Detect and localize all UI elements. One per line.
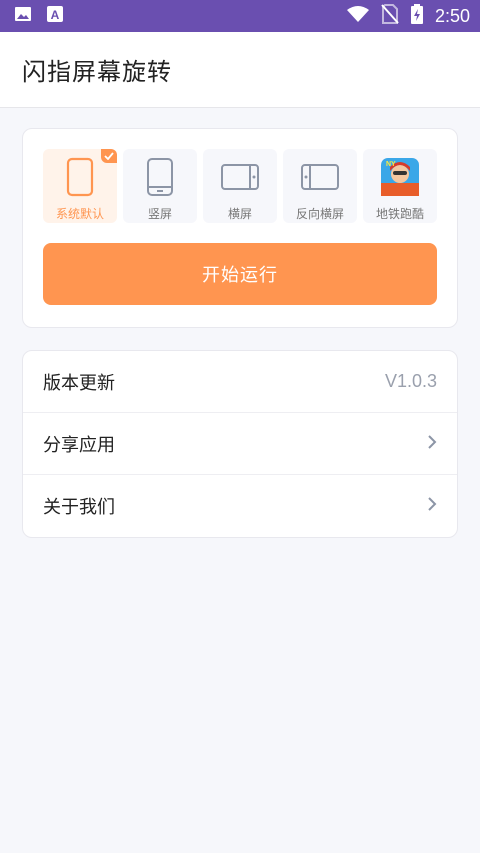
mode-label: 横屏 (227, 207, 252, 221)
about-us-row[interactable]: 关于我们 (23, 475, 457, 537)
mode-card: 系统默认 竖屏 横屏 反向横屏 NY 地铁跑酷 开始运行 (22, 128, 458, 328)
share-app-row[interactable]: 分享应用 (23, 413, 457, 475)
phone-outline-icon (58, 155, 102, 199)
version-value: V1.0.3 (384, 371, 437, 391)
mode-list: 系统默认 竖屏 横屏 反向横屏 NY 地铁跑酷 (43, 149, 437, 223)
chevron-right-icon (427, 496, 437, 516)
portrait-phone-icon (138, 155, 182, 199)
battery-charging-icon (410, 4, 423, 28)
mode-label: 反向横屏 (295, 207, 344, 221)
check-icon (101, 149, 117, 163)
wifi-icon (346, 5, 369, 27)
app-header: 闪指屏幕旋转 (0, 32, 480, 108)
settings-list: 版本更新 V1.0.3 分享应用 关于我们 (22, 350, 458, 538)
svg-text:NY: NY (386, 161, 396, 168)
page-title: 闪指屏幕旋转 (22, 58, 172, 86)
svg-text:A: A (51, 8, 60, 22)
start-button[interactable]: 开始运行 (43, 243, 437, 305)
reverse-landscape-icon (298, 155, 342, 199)
mode-system-default[interactable]: 系统默认 (43, 149, 117, 223)
row-label: 关于我们 (43, 497, 115, 518)
status-bar: A 2:50 (0, 0, 480, 32)
image-icon (14, 5, 32, 27)
mode-landscape[interactable]: 横屏 (203, 149, 277, 223)
row-label: 版本更新 (43, 372, 115, 394)
subway-surfers-icon: NY (378, 155, 422, 199)
row-label: 分享应用 (43, 434, 115, 456)
landscape-phone-icon (218, 155, 262, 199)
status-time: 2:50 (434, 5, 470, 26)
mode-subway-surfers[interactable]: NY 地铁跑酷 (363, 149, 437, 223)
mode-label: 系统默认 (55, 207, 104, 221)
mode-portrait[interactable]: 竖屏 (123, 149, 197, 223)
version-update-row[interactable]: 版本更新 V1.0.3 (23, 351, 457, 413)
chevron-right-icon (427, 434, 437, 454)
mode-reverse-landscape[interactable]: 反向横屏 (283, 149, 357, 223)
a-notification-icon: A (46, 5, 64, 27)
mode-label: 竖屏 (147, 207, 172, 221)
no-sim-icon (381, 4, 399, 28)
mode-label: 地铁跑酷 (375, 207, 424, 221)
